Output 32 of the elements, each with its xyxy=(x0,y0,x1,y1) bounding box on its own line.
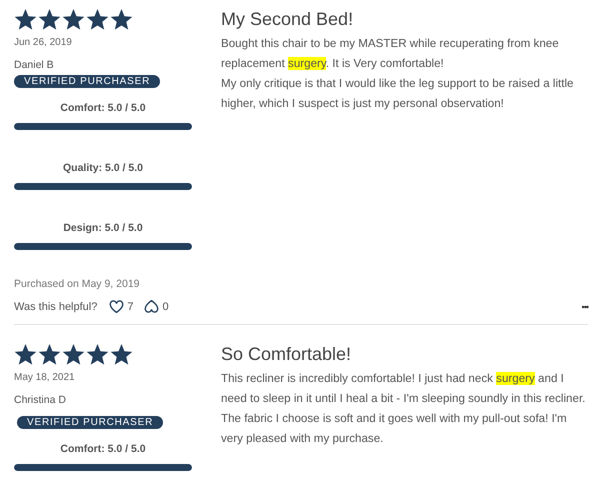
helpful-prompt: Was this helpful? xyxy=(14,300,98,312)
rating-label: Comfort: 5.0 / 5.0 xyxy=(59,102,147,114)
dislike-button[interactable]: 0 xyxy=(144,300,169,313)
review-text: Bought this chair to be my MASTER while recuperating from knee replacement surgery. It is Very comfortable! xyxy=(221,36,560,72)
review-date: May 18, 2021 xyxy=(14,372,76,383)
author-name: Daniel B xyxy=(14,59,54,71)
author-name: Christina D xyxy=(14,394,67,406)
star-icon xyxy=(62,344,85,366)
review-title: My Second Bed! xyxy=(221,9,354,30)
review-text: My only critique is that I would like the leg support to be raised a little higher, which I suspect is just my personal observation! xyxy=(221,76,574,112)
heart-icon xyxy=(109,300,124,313)
star-icon xyxy=(110,344,133,366)
rating-label: Quality: 5.0 / 5.0 xyxy=(62,162,144,174)
star-icon xyxy=(110,9,133,31)
rating-label: Design: 5.0 / 5.0 xyxy=(62,222,144,234)
verified-badge: VERIFIED PURCHASER xyxy=(17,416,164,429)
star-icon xyxy=(62,9,85,31)
review-text: This recliner is incredibly comfortable! I just had neck surgery and I need to sleep in it until I heal a bit - I'm sleeping soundly in this recliner. The fabric I choose is soft and it goes well with my pull-out sofa! I'm very pleased with my purchase. xyxy=(221,371,586,447)
star-icon xyxy=(38,344,61,366)
review-title: So Comfortable! xyxy=(221,344,352,365)
star-icon xyxy=(86,344,109,366)
review-date: Jun 26, 2019 xyxy=(14,37,73,48)
purchase-date: Purchased on May 9, 2019 xyxy=(14,278,140,290)
more-button[interactable]: ••• xyxy=(582,302,588,312)
star-icon xyxy=(14,9,37,31)
rating-label: Comfort: 5.0 / 5.0 xyxy=(59,443,147,455)
verified-badge: VERIFIED PURCHASER xyxy=(14,75,160,88)
star-icon xyxy=(38,9,61,31)
star-icon xyxy=(86,9,109,31)
like-button[interactable]: 7 xyxy=(109,300,134,313)
upside-down-heart-icon xyxy=(144,300,160,313)
star-icon xyxy=(14,344,37,366)
